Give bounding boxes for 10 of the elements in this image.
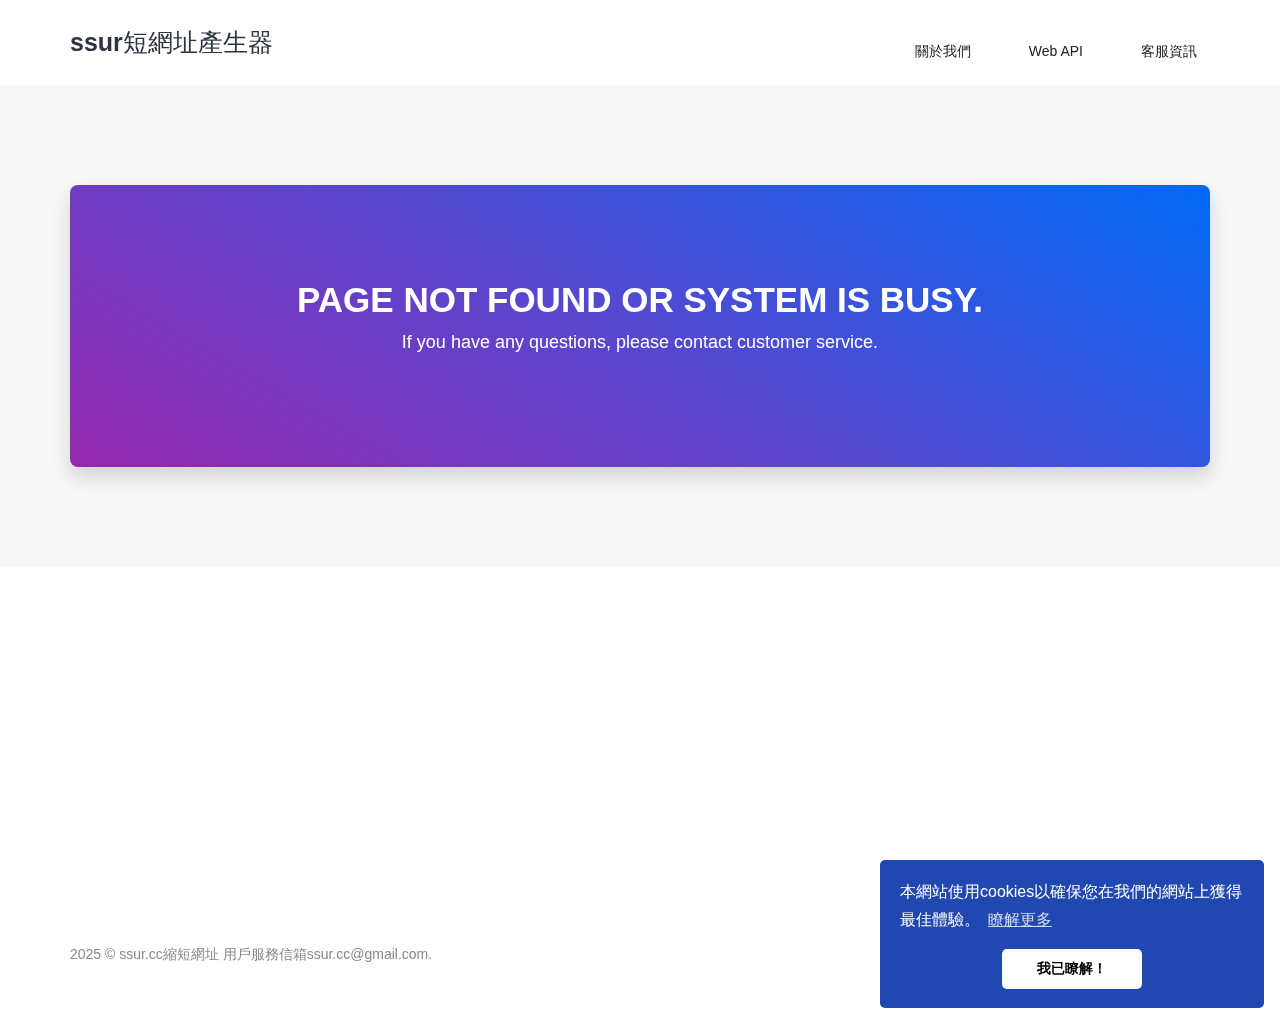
nav-link[interactable]: 客服資訊 bbox=[1112, 43, 1213, 61]
nav-link[interactable]: Web API bbox=[999, 43, 1112, 61]
nav-link[interactable]: 關於我們 bbox=[885, 43, 1000, 61]
error-title: PAGE NOT FOUND OR SYSTEM IS BUSY. bbox=[297, 279, 983, 320]
error-subtitle: If you have any questions, please contact customer service. bbox=[401, 331, 879, 353]
cookie-message: 本網站使用cookies以確保您在我們的網站上獲得最佳體驗。 瞭解更多 bbox=[900, 882, 1244, 930]
accept-button[interactable]: 我已瞭解！ bbox=[1002, 949, 1142, 989]
footer-text: 2025 © ssur.cc縮短網址 用戶服務信箱ssur.cc@gmail.com. bbox=[70, 946, 433, 962]
site-logo[interactable]: ssur短網址產生器 bbox=[70, 26, 273, 59]
learn-more-link[interactable]: 瞭解更多 bbox=[988, 911, 1052, 928]
